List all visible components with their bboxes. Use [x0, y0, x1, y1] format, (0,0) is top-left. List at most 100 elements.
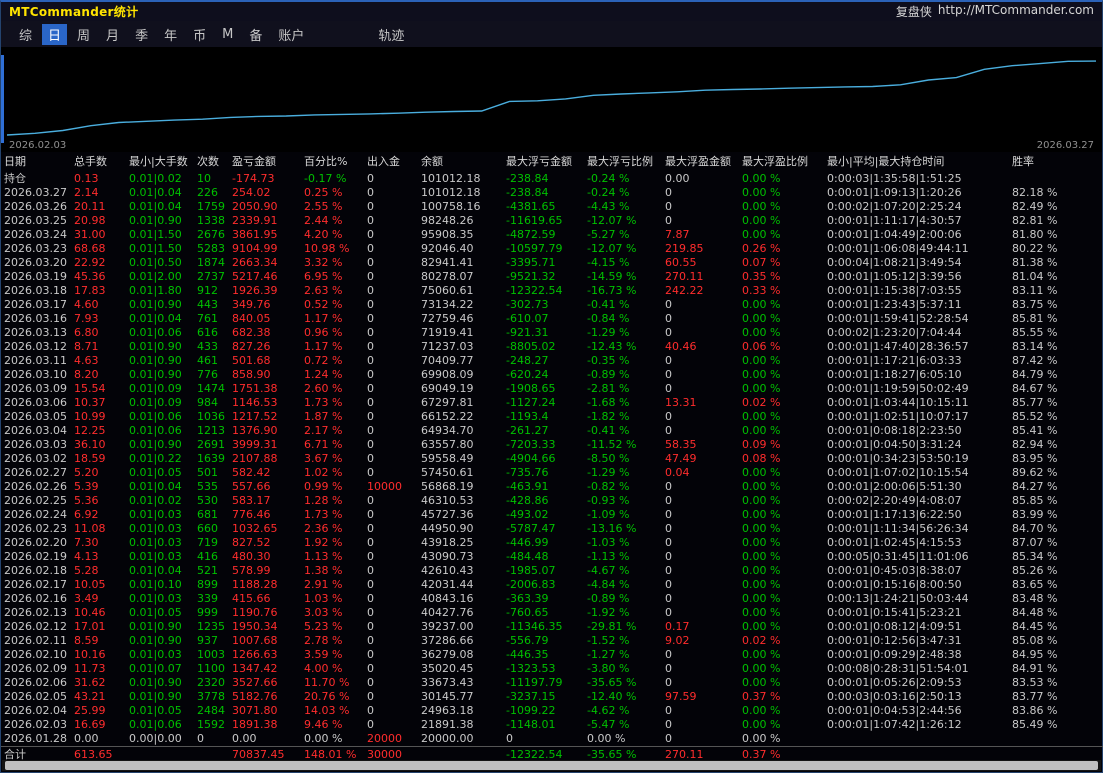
table-cell: 0	[367, 256, 374, 269]
table-row[interactable]: 2026.03.10 8.20 0.01|0.90 776 858.90 1.24 % 0 6…	[1, 368, 1103, 382]
table-row[interactable]: 2026.02.05 43.21 0.01|0.90 3778 5182.76 20.76…	[1, 690, 1103, 704]
table-cell: -238.84	[506, 186, 549, 199]
table-cell: 81.38 %	[1012, 256, 1058, 269]
menu-item-账户[interactable]: 账户	[272, 24, 310, 45]
table-cell: 3861.95	[232, 228, 278, 241]
table-cell: 0:00:02|1:07:20|2:25:24	[827, 200, 962, 213]
table-cell: 0.96 %	[304, 326, 343, 339]
table-cell: 2026.01.28	[4, 732, 67, 745]
table-cell: -0.93 %	[587, 494, 630, 507]
table-row[interactable]: 2026.01.28 0.00 0.00|0.00 0 0.00 0.00 % 20000 2…	[1, 732, 1103, 747]
table-cell: 2.91 %	[304, 578, 343, 591]
table-cell: 4.13	[74, 550, 99, 563]
table-row[interactable]: 2026.03.17 4.60 0.01|0.90 443 349.76 0.52 % 0 7…	[1, 298, 1103, 312]
table-row[interactable]: 2026.02.26 5.39 0.01|0.04 535 557.66 0.99 % 10…	[1, 480, 1103, 494]
table-row[interactable]: 2026.02.10 10.16 0.01|0.03 1003 1266.63 3.59 …	[1, 648, 1103, 662]
table-row[interactable]: 2026.03.24 31.00 0.01|1.50 2676 3861.95 4.20 …	[1, 228, 1103, 242]
table-row[interactable]: 2026.03.05 10.99 0.01|0.06 1036 1217.52 1.87 …	[1, 410, 1103, 424]
menu-item-周[interactable]: 周	[71, 24, 96, 45]
table-cell: 0.01|0.06	[129, 424, 182, 437]
table-row[interactable]: 2026.02.06 31.62 0.01|0.90 2320 3527.66 11.70…	[1, 676, 1103, 690]
table-row[interactable]: 2026.03.27 2.14 0.01|0.04 226 254.02 0.25 % 0 1…	[1, 186, 1103, 200]
table-cell: 0.00 %	[742, 312, 781, 325]
table-row[interactable]: 2026.03.23 68.68 0.01|1.50 5283 9104.99 10.98…	[1, 242, 1103, 256]
menu-item-备[interactable]: 备	[243, 24, 268, 45]
table-cell: 58.35	[665, 438, 697, 451]
table-row[interactable]: 2026.03.13 6.80 0.01|0.06 616 682.38 0.96 % 0 7…	[1, 326, 1103, 340]
table-row[interactable]: 2026.03.16 7.93 0.01|0.04 761 840.05 1.17 % 0 7…	[1, 312, 1103, 326]
table-cell: 0.01|0.03	[129, 522, 182, 535]
table-cell: -248.27	[506, 354, 549, 367]
table-row[interactable]: 2026.02.24 6.92 0.01|0.03 681 776.46 1.73 % 0 4…	[1, 508, 1103, 522]
table-cell: 0.01|0.04	[129, 200, 182, 213]
table-row[interactable]: 2026.02.16 3.49 0.01|0.03 339 415.66 1.03 % 0 4…	[1, 592, 1103, 606]
table-row[interactable]: 2026.03.02 18.59 0.01|0.22 1639 2107.88 3.67 …	[1, 452, 1103, 466]
table-row[interactable]: 2026.02.04 25.99 0.01|0.05 2484 3071.80 14.03…	[1, 704, 1103, 718]
table-cell: 0:00:01|1:07:42|1:26:12	[827, 718, 962, 731]
menu-item-月[interactable]: 月	[100, 24, 125, 45]
table-cell: 85.77 %	[1012, 396, 1058, 409]
table-row[interactable]: 2026.03.09 15.54 0.01|0.09 1474 1751.38 2.60 …	[1, 382, 1103, 396]
menu-item-日[interactable]: 日	[42, 23, 68, 45]
table-cell: 2026.03.02	[4, 452, 67, 465]
menu-item-轨迹[interactable]: 轨迹	[372, 24, 410, 45]
table-row[interactable]: 2026.03.20 22.92 0.01|0.50 1874 2663.34 3.32 …	[1, 256, 1103, 270]
table-row[interactable]: 2026.03.04 12.25 0.01|0.06 1213 1376.90 2.17 …	[1, 424, 1103, 438]
table-row[interactable]: 2026.02.20 7.30 0.01|0.03 719 827.52 1.92 % 0 4…	[1, 536, 1103, 550]
table-cell: 0	[665, 536, 672, 549]
table-cell: 0:00:08|0:28:31|51:54:01	[827, 662, 969, 675]
table-cell: 6.92	[74, 508, 99, 521]
table-cell: 415.66	[232, 592, 271, 605]
table-cell: -11197.79	[506, 676, 563, 689]
table-row[interactable]: 持仓 0.13 0.01|0.02 10 -174.73 -0.17 % 0 101012.1…	[1, 172, 1103, 186]
table-cell: 2026.02.27	[4, 466, 67, 479]
table-cell: 80278.07	[421, 270, 474, 283]
horizontal-scrollbar[interactable]	[2, 760, 1101, 771]
menu-item-币[interactable]: 币	[187, 24, 212, 45]
table-row[interactable]: 2026.02.13 10.46 0.01|0.05 999 1190.76 3.03 %…	[1, 606, 1103, 620]
table-row[interactable]: 2026.02.18 5.28 0.01|0.04 521 578.99 1.38 % 0 4…	[1, 564, 1103, 578]
brand-url-link[interactable]: http://MTCommander.com	[938, 3, 1094, 20]
table-row[interactable]: 2026.02.03 16.69 0.01|0.06 1592 1891.38 9.46 …	[1, 718, 1103, 732]
table-row[interactable]: 2026.03.06 10.37 0.01|0.09 984 1146.53 1.73 %…	[1, 396, 1103, 410]
table-row[interactable]: 2026.03.03 36.10 0.01|0.90 2691 3999.31 6.71 …	[1, 438, 1103, 452]
table-cell: 1.17 %	[304, 340, 343, 353]
table-row[interactable]: 2026.02.11 8.59 0.01|0.90 937 1007.68 2.78 % 0…	[1, 634, 1103, 648]
table-cell: 0.01|0.05	[129, 466, 182, 479]
table-row[interactable]: 2026.03.25 20.98 0.01|0.90 1338 2339.91 2.44 …	[1, 214, 1103, 228]
table-cell: 1190.76	[232, 606, 278, 619]
table-row[interactable]: 2026.02.25 5.36 0.01|0.02 530 583.17 1.28 % 0 4…	[1, 494, 1103, 508]
scrollbar-thumb[interactable]	[5, 761, 1098, 770]
table-cell: 0.01|0.03	[129, 592, 182, 605]
table-row[interactable]: 2026.03.26 20.11 0.01|0.04 1759 2050.90 2.55 …	[1, 200, 1103, 214]
menu-item-季[interactable]: 季	[129, 24, 154, 45]
table-cell: 0.00 %	[742, 620, 781, 633]
table-row[interactable]: 2026.03.12 8.71 0.01|0.90 433 827.26 1.17 % 0 7…	[1, 340, 1103, 354]
table-cell: 82.81 %	[1012, 214, 1058, 227]
table-row[interactable]: 2026.03.19 45.36 0.01|2.00 2737 5217.46 6.95 …	[1, 270, 1103, 284]
table-cell: 0:00:01|1:04:49|2:00:06	[827, 228, 962, 241]
table-cell: 4.60	[74, 298, 99, 311]
table-row[interactable]: 2026.02.27 5.20 0.01|0.05 501 582.42 1.02 % 0 5…	[1, 466, 1103, 480]
table-row[interactable]: 2026.03.18 17.83 0.01|1.80 912 1926.39 2.63 %…	[1, 284, 1103, 298]
table-cell: 56868.19	[421, 480, 474, 493]
table-cell: -363.39	[506, 592, 549, 605]
menu-item-M[interactable]: M	[216, 26, 239, 43]
table-row[interactable]: 2026.02.12 17.01 0.01|0.90 1235 1950.34 5.23 …	[1, 620, 1103, 634]
table-row[interactable]: 2026.03.11 4.63 0.01|0.90 461 501.68 0.72 % 0 7…	[1, 354, 1103, 368]
table-row[interactable]: 2026.02.19 4.13 0.01|0.03 416 480.30 1.13 % 0 4…	[1, 550, 1103, 564]
table-cell: 0	[367, 634, 374, 647]
table-row[interactable]: 2026.02.09 11.73 0.01|0.07 1100 1347.42 4.00 …	[1, 662, 1103, 676]
menu-item-综[interactable]: 综	[13, 24, 38, 45]
table-cell: 0	[367, 228, 374, 241]
window-title: MTCommander统计	[9, 5, 139, 19]
menu-item-年[interactable]: 年	[158, 24, 183, 45]
table-row[interactable]: 2026.02.23 11.08 0.01|0.03 660 1032.65 2.36 %…	[1, 522, 1103, 536]
table-cell: 31.62	[74, 676, 106, 689]
table-cell: 68.68	[74, 242, 106, 255]
table-row[interactable]: 2026.02.17 10.05 0.01|0.10 899 1188.28 2.91 %…	[1, 578, 1103, 592]
table-cell: 11.08	[74, 522, 106, 535]
table-cell: 2026.03.06	[4, 396, 67, 409]
table-cell: 0	[367, 536, 374, 549]
table-cell: -2006.83	[506, 578, 556, 591]
